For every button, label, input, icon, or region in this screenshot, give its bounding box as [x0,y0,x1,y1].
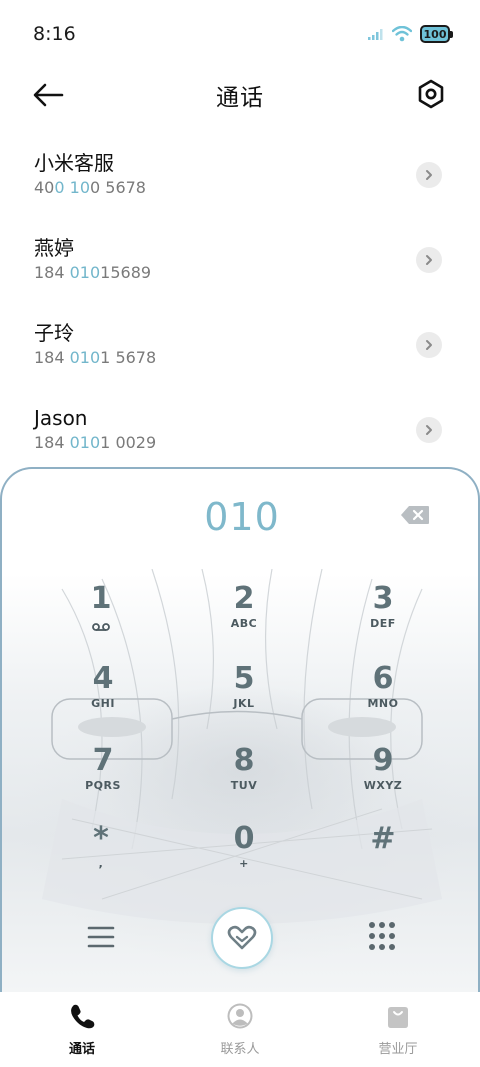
key-9[interactable]: 9 WXYZ [323,743,443,815]
key-7[interactable]: 7 PQRS [43,743,163,815]
contact-number: 400 100 5678 [34,177,480,199]
tab-calls[interactable]: 通话 [22,1002,142,1057]
key-digit: 8 [233,743,255,778]
key-digit: 5 [233,661,255,696]
bottom-tab-bar: 通话 联系人 营业厅 [0,992,480,1067]
key-2[interactable]: 2 ABC [184,581,304,653]
contact-number: 184 01015689 [34,262,480,284]
key-letters: DEF [370,617,396,630]
voicemail-icon [92,623,110,631]
key-letters: , [98,857,104,870]
number-part: 1 0029 [100,433,157,452]
key-digit: 4 [92,661,114,696]
number-match: 10 [69,178,90,197]
key-letters: WXYZ [363,779,403,792]
number-match: 0 [54,178,65,197]
key-digit: 3 [372,581,394,616]
call-button[interactable] [211,907,273,969]
key-digit: 0 [233,821,255,856]
key-digit: 7 [92,743,114,778]
heart-call-icon [227,925,257,950]
tab-label: 联系人 [220,1042,260,1057]
key-letters: JKL [233,697,255,710]
recent-calls-list: 小米客服 400 100 5678 燕婷 184 01015689 子玲 184… [0,132,480,472]
key-digit: 9 [372,743,394,778]
list-item[interactable]: 小米客服 400 100 5678 [0,132,480,217]
list-item[interactable]: Jason 184 0101 0029 [0,387,480,472]
chevron-right-icon[interactable] [416,247,442,273]
number-match: 010 [69,263,101,282]
number-match: 010 [69,433,101,452]
tab-label: 通话 [68,1042,95,1057]
number-part: 1 5678 [100,348,157,367]
settings-hexagon-icon[interactable] [416,78,446,110]
key-letters: GHI [91,697,115,710]
key-hash[interactable]: # [323,821,443,893]
number-match: 010 [69,348,101,367]
tab-label: 营业厅 [378,1042,418,1057]
shopping-bag-icon [388,1007,408,1028]
signal-icon [368,29,383,40]
key-digit: 6 [372,661,394,696]
list-item[interactable]: 燕婷 184 01015689 [0,217,480,302]
menu-icon[interactable] [86,923,116,951]
key-digit: 2 [233,581,255,616]
key-0[interactable]: 0 + [184,821,304,893]
contact-name: 子玲 [34,321,74,345]
chevron-right-icon[interactable] [416,417,442,443]
header: 通话 [0,68,480,122]
key-1[interactable]: 1 [41,581,161,653]
key-6[interactable]: 6 MNO [323,661,443,733]
key-star[interactable]: * , [41,821,161,893]
key-digit: # [370,821,396,856]
number-part: 15689 [100,263,152,282]
number-part: 40 [34,178,55,197]
key-4[interactable]: 4 GHI [43,661,163,733]
dialer-actions [2,907,478,987]
page-title: 通话 [216,85,264,111]
status-bar: 8:16 100 [0,0,480,68]
key-digit: * [93,821,109,856]
contact-name: Jason [34,406,88,430]
arrow-left-icon[interactable] [30,80,66,110]
number-part: 184 [34,433,70,452]
contact-name: 小米客服 [34,151,114,175]
contact-number: 184 0101 5678 [34,347,480,369]
key-3[interactable]: 3 DEF [323,581,443,653]
number-part: 184 [34,263,70,282]
key-digit: 1 [90,581,112,616]
tab-contacts[interactable]: 联系人 [180,1002,300,1057]
key-5[interactable]: 5 JKL [184,661,304,733]
wifi-icon [392,26,412,42]
number-part: 184 [34,348,70,367]
backspace-icon[interactable] [400,505,430,525]
key-letters: MNO [367,697,399,710]
phone-icon [71,1004,95,1029]
keypad-grid-icon[interactable] [368,921,396,951]
number-part: 0 5678 [90,178,146,197]
chevron-right-icon[interactable] [416,162,442,188]
contact-person-icon [227,1003,253,1029]
battery-level: 100 [423,27,447,41]
status-time: 8:16 [33,23,76,45]
key-letters: PQRS [85,779,121,792]
list-item[interactable]: 子玲 184 0101 5678 [0,302,480,387]
key-letters: ABC [230,617,258,630]
status-icons: 100 [368,25,453,43]
tab-store[interactable]: 营业厅 [338,1002,458,1057]
key-8[interactable]: 8 TUV [184,743,304,815]
key-letters: + [239,857,249,870]
battery-indicator: 100 [420,25,453,43]
dialer-panel: 010 1 2 ABC 3 DEF 4 GHI 5 JKL 6 MNO 7 PQ… [0,467,480,992]
contact-name: 燕婷 [34,236,74,260]
chevron-right-icon[interactable] [416,332,442,358]
contact-number: 184 0101 0029 [34,432,480,454]
key-letters: TUV [230,779,258,792]
